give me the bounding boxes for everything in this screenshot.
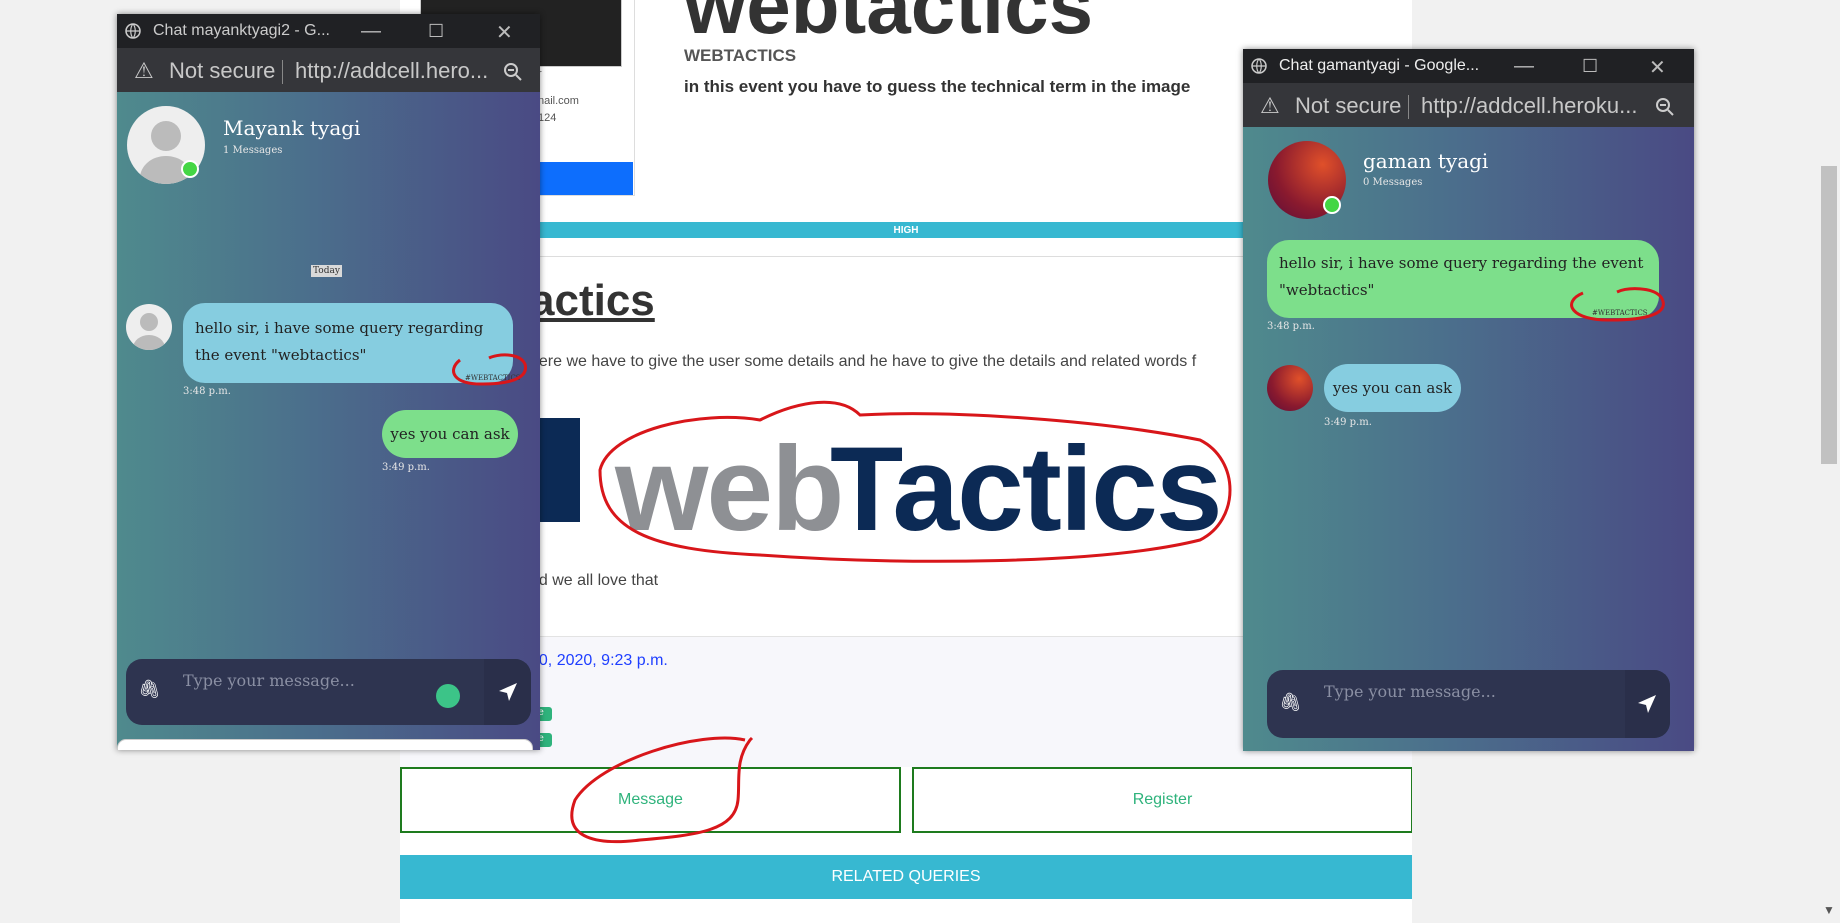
- close-icon[interactable]: ✕: [496, 20, 513, 45]
- paperclip-icon[interactable]: 🖇: [1279, 692, 1302, 713]
- chat-body: Mayank tyagi 1 Messages Today hello sir,…: [117, 92, 540, 750]
- page-scrollbar[interactable]: ▼: [1818, 0, 1840, 923]
- separator: [1408, 95, 1409, 119]
- window-titlebar[interactable]: Chat gamantyagi - Google... — ☐ ✕: [1243, 49, 1694, 83]
- warning-icon: ⚠: [1260, 93, 1280, 118]
- globe-icon: [125, 23, 141, 39]
- scrollbar-thumb[interactable]: [1821, 166, 1837, 464]
- paperclip-icon[interactable]: 🖇: [138, 679, 161, 700]
- address-bar[interactable]: ⚠ Not secure http://addcell.hero...: [117, 48, 540, 92]
- message-input-bar: 🖇 Type your message...: [1267, 670, 1670, 738]
- tag-annotation: [452, 353, 527, 386]
- minimize-icon[interactable]: —: [361, 20, 381, 43]
- zoom-icon[interactable]: [503, 62, 523, 82]
- message-input-bar: 🖇 Type your message...: [126, 659, 531, 725]
- send-button[interactable]: [1625, 670, 1670, 738]
- message-input[interactable]: Type your message...: [183, 671, 355, 690]
- url-text[interactable]: http://addcell.heroku...: [1421, 93, 1637, 119]
- send-button[interactable]: [484, 659, 531, 725]
- not-secure-label: Not secure: [169, 58, 276, 83]
- url-text[interactable]: http://addcell.hero...: [295, 58, 488, 84]
- window-titlebar[interactable]: Chat mayanktyagi2 - G... — ☐ ✕: [117, 14, 540, 48]
- globe-icon: [1251, 58, 1267, 74]
- chat-window-right: Chat gamantyagi - Google... — ☐ ✕ ⚠ Not …: [1243, 49, 1694, 751]
- separator: [282, 60, 283, 84]
- maximize-icon[interactable]: ☐: [1582, 56, 1598, 77]
- minimize-icon[interactable]: —: [1514, 55, 1534, 78]
- tag-annotation: [1570, 287, 1665, 322]
- grammar-extension-icon[interactable]: [436, 684, 460, 708]
- message-input[interactable]: Type your message...: [1324, 682, 1496, 701]
- scroll-down-arrow-icon[interactable]: ▼: [1823, 903, 1835, 917]
- chat-body: gaman tyagi 0 Messages hello sir, i have…: [1243, 127, 1694, 751]
- message-button-annotation: [570, 736, 754, 844]
- address-bar[interactable]: ⚠ Not secure http://addcell.heroku...: [1243, 83, 1694, 127]
- horizontal-scrollbar[interactable]: [117, 739, 533, 750]
- chat-window-left: Chat mayanktyagi2 - G... — ☐ ✕ ⚠ Not sec…: [117, 14, 540, 750]
- window-title: Chat gamantyagi - Google...: [1279, 57, 1480, 74]
- close-icon[interactable]: ✕: [1649, 55, 1666, 80]
- maximize-icon[interactable]: ☐: [428, 21, 444, 42]
- zoom-icon[interactable]: [1655, 97, 1675, 117]
- send-icon: [1638, 695, 1656, 713]
- window-title: Chat mayanktyagi2 - G...: [153, 22, 330, 39]
- send-icon: [499, 683, 517, 701]
- logo-annotation-circle: [598, 400, 1232, 563]
- warning-icon: ⚠: [134, 58, 154, 83]
- not-secure-label: Not secure: [1295, 93, 1402, 118]
